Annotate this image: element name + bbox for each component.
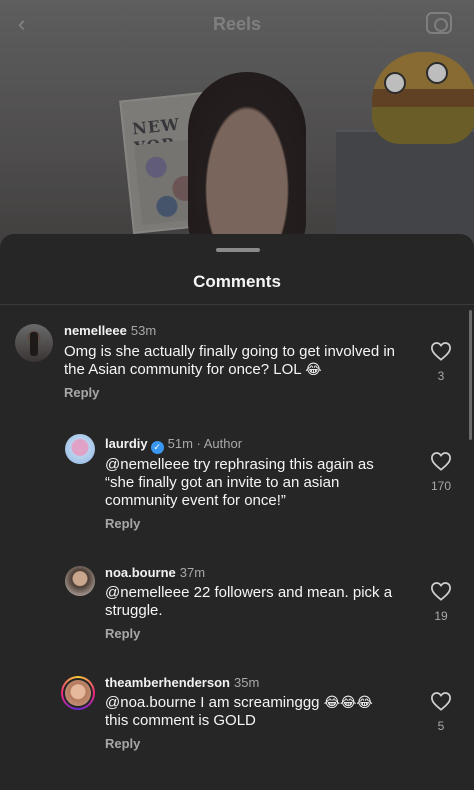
reply-button[interactable]: Reply	[64, 385, 99, 400]
comment-text-line: community event for once!”	[105, 492, 286, 509]
comment-meta: nemelleee 53m	[64, 323, 156, 338]
username[interactable]: nemelleee	[64, 323, 127, 338]
camera-icon[interactable]	[426, 12, 452, 34]
divider	[0, 304, 474, 305]
like-count: 5	[437, 719, 445, 733]
like-count: 3	[437, 369, 445, 383]
comment-text-line: Omg is she actually finally going to get…	[64, 343, 396, 360]
like-count: 170	[430, 479, 452, 493]
separator-dot: ·	[192, 436, 204, 451]
comment-text-line: @nemelleee 22 followers and mean. pick a	[105, 584, 393, 601]
top-bar: ‹ Reels	[0, 0, 474, 50]
avatar[interactable]	[65, 566, 95, 596]
comment-text-line: this comment is GOLD	[105, 712, 256, 729]
comment-text-part: @noa.bourne I am screaminggg	[105, 694, 320, 711]
comment-meta: noa.bourne 37m	[105, 565, 205, 580]
username[interactable]: theamberhenderson	[105, 675, 230, 690]
like-count: 19	[434, 609, 448, 623]
avatar-with-story-ring[interactable]	[61, 676, 95, 710]
heart-icon[interactable]	[430, 581, 452, 601]
sheet-title: Comments	[193, 272, 281, 291]
comment-text: @nemelleee 22 followers and mean. pick a…	[105, 584, 392, 620]
like-control: 5	[428, 691, 454, 733]
comment-text-line-1: @noa.bourne I am screaminggg 😂😂😂	[105, 694, 373, 712]
comment-text-part: the Asian community for once? LOL	[64, 361, 302, 378]
like-control: 170	[428, 451, 454, 493]
timestamp: 35m	[233, 675, 260, 690]
avatar[interactable]	[65, 434, 95, 464]
comment-text-line: @nemelleee try rephrasing this again as	[105, 456, 374, 473]
page-title: Reels	[212, 14, 262, 34]
like-control: 19	[428, 581, 454, 623]
like-control: 3	[428, 341, 454, 383]
avatar[interactable]	[15, 324, 53, 362]
laughing-emoji: 😂	[305, 362, 322, 378]
reply-button[interactable]: Reply	[105, 736, 140, 751]
timestamp: 37m	[179, 565, 206, 580]
reply-button[interactable]: Reply	[105, 516, 140, 531]
verified-badge-icon: ✓	[150, 441, 164, 454]
username[interactable]: laurdiy	[105, 436, 148, 451]
timestamp: 53m	[130, 323, 157, 338]
comment-text-line: struggle.	[105, 602, 163, 619]
comment-text-line-2: the Asian community for once? LOL 😂	[64, 361, 395, 379]
timestamp: 51m	[167, 436, 193, 451]
heart-icon[interactable]	[430, 451, 452, 471]
heart-icon[interactable]	[430, 341, 452, 361]
comment-text-line: “she finally got an invite to an asian	[105, 474, 340, 491]
heart-icon[interactable]	[430, 691, 452, 711]
comment-meta: theamberhenderson 35m	[105, 675, 259, 690]
comment-text: @noa.bourne I am screaminggg 😂😂😂 this co…	[105, 694, 373, 730]
drag-handle[interactable]	[216, 248, 260, 252]
username[interactable]: noa.bourne	[105, 565, 176, 580]
comment-text: Omg is she actually finally going to get…	[64, 343, 395, 379]
comments-sheet: Comments nemelleee 53m Omg is she actuall…	[0, 234, 474, 790]
author-label: Author	[203, 436, 243, 451]
comment-text: @nemelleee try rephrasing this again as …	[105, 456, 374, 510]
reply-button[interactable]: Reply	[105, 626, 140, 641]
comment-meta: laurdiy ✓ 51m · Author	[105, 436, 242, 454]
laughing-emoji: 😂😂😂	[323, 695, 373, 711]
scrollbar[interactable]	[469, 310, 472, 440]
